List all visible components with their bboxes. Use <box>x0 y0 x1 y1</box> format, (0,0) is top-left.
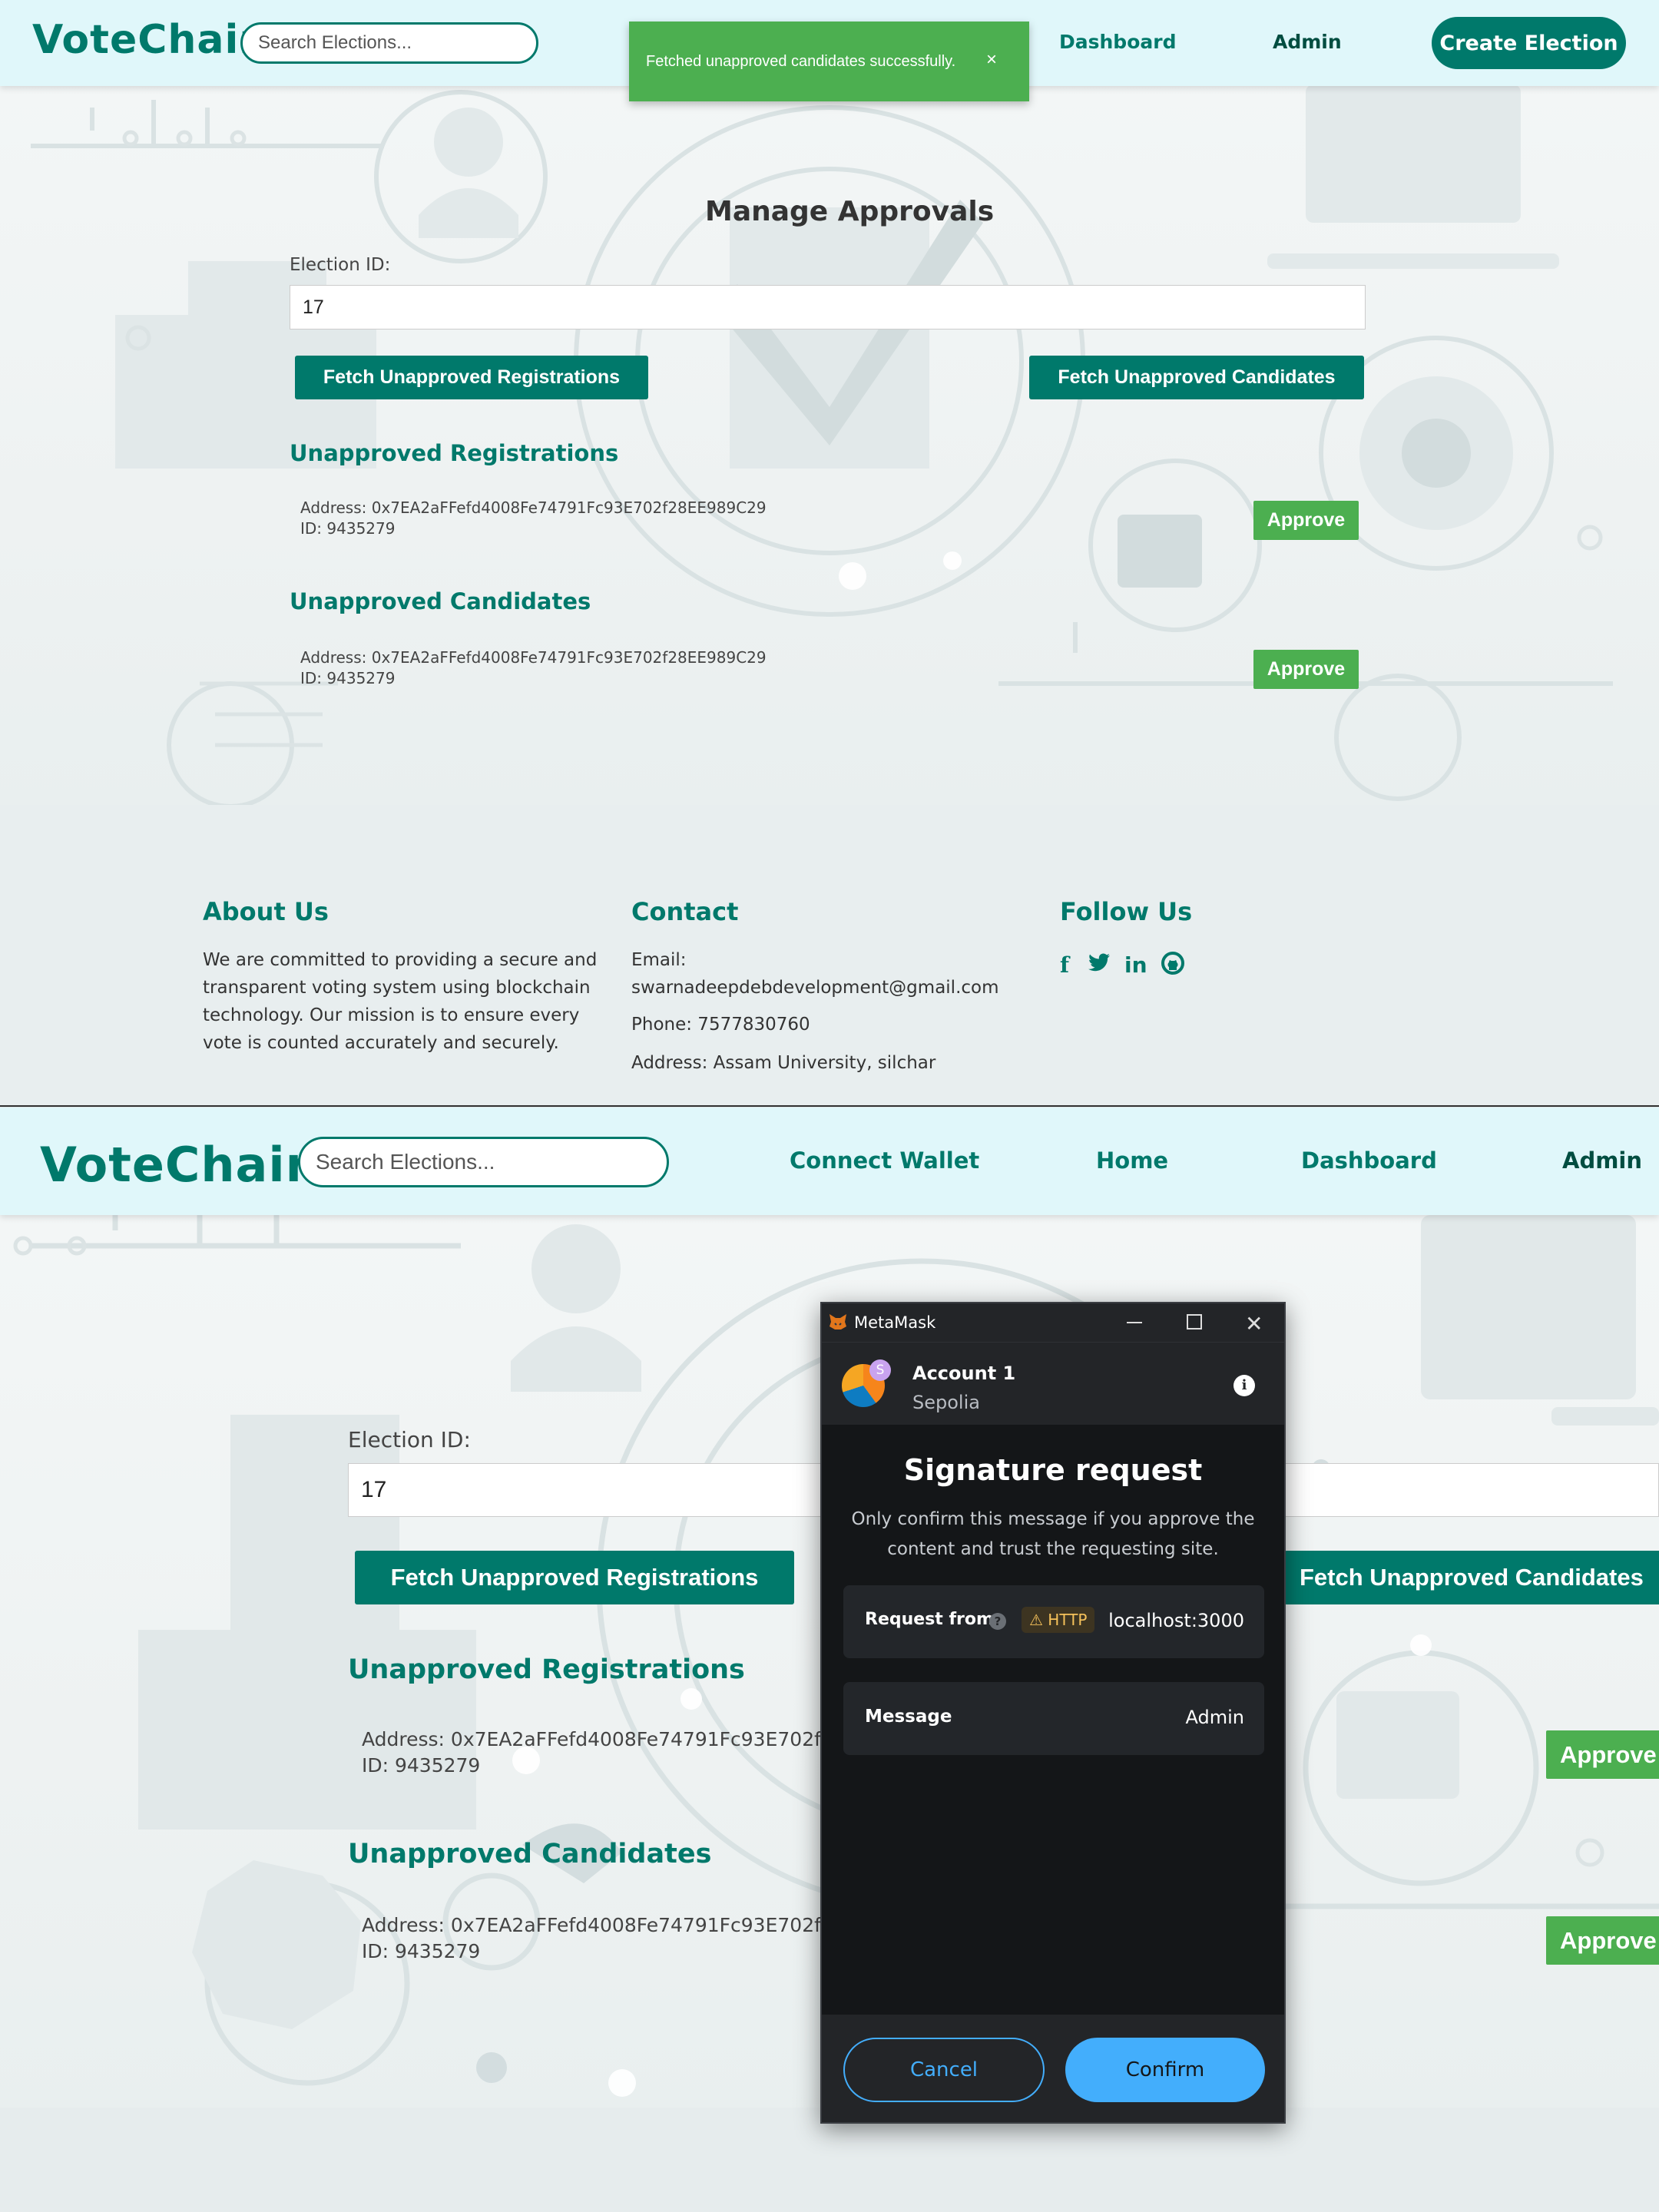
email-label: Email: <box>631 950 687 970</box>
about-line: We are committed to providing a secure a… <box>203 950 598 970</box>
candidate-item: Address: 0x7EA2aFFefd4008Fe74791Fc93E702… <box>362 1912 858 1965</box>
approve-registration-button[interactable]: Approve <box>1253 501 1359 540</box>
registration-id: ID: 9435279 <box>362 1753 481 1777</box>
page-title: Manage Approvals <box>705 196 995 227</box>
registrations-heading: Unapproved Registrations <box>290 440 619 466</box>
candidates-heading: Unapproved Candidates <box>348 1839 712 1869</box>
candidate-address: Address: 0x7EA2aFFefd4008Fe74791Fc93E702… <box>362 1914 858 1936</box>
message-value: Admin <box>1185 1707 1245 1728</box>
registration-id: ID: 9435279 <box>300 519 396 538</box>
subtitle-line: content and trust the requesting site. <box>887 1539 1219 1559</box>
http-label: HTTP <box>1048 1611 1088 1629</box>
confirm-button[interactable]: Confirm <box>1065 2038 1265 2102</box>
fetch-registrations-button[interactable]: Fetch Unapproved Registrations <box>295 356 648 399</box>
window-title: MetaMask <box>854 1313 936 1332</box>
account-name[interactable]: Account 1 <box>912 1363 1015 1384</box>
toast-message: Fetched unapproved candidates successful… <box>646 53 956 70</box>
request-title: Signature request <box>903 1453 1203 1487</box>
candidates-heading: Unapproved Candidates <box>290 588 591 614</box>
registrations-heading: Unapproved Registrations <box>348 1654 745 1685</box>
facebook-icon[interactable]: f <box>1060 952 1069 978</box>
network-badge: S <box>869 1359 891 1381</box>
message-card: Message Admin <box>843 1682 1264 1755</box>
about-line: vote is counted accurately and securely. <box>203 1033 559 1053</box>
election-id-label: Election ID: <box>290 255 391 275</box>
warning-icon: ⚠ <box>1029 1611 1043 1629</box>
cancel-button[interactable]: Cancel <box>843 2038 1045 2102</box>
account-header: S Account 1 Sepolia i <box>822 1342 1284 1425</box>
http-warning-badge: ⚠ HTTP <box>1022 1607 1095 1633</box>
request-from-value: localhost:3000 <box>1108 1610 1244 1631</box>
election-id-input[interactable]: 17 <box>290 285 1366 329</box>
metamask-footer: Cancel Confirm <box>822 2015 1284 2122</box>
approve-candidate-button[interactable]: Approve <box>1546 1916 1659 1965</box>
search-input[interactable]: Search Elections... <box>298 1137 669 1187</box>
close-icon[interactable]: ✕ <box>1245 1311 1263 1336</box>
search-placeholder: Search Elections... <box>258 32 412 53</box>
follow-title: Follow Us <box>1060 897 1193 926</box>
maximize-icon[interactable] <box>1187 1314 1202 1330</box>
nav-admin[interactable]: Admin <box>1562 1147 1642 1174</box>
request-from-card: Request from ? ⚠ HTTP localhost:3000 <box>843 1585 1264 1658</box>
about-title: About Us <box>203 897 329 926</box>
election-id-value: 17 <box>361 1477 387 1502</box>
fetch-candidates-button[interactable]: Fetch Unapproved Candidates <box>1029 356 1364 399</box>
app-logo[interactable]: VoteChain <box>32 17 268 63</box>
approve-registration-button[interactable]: Approve <box>1546 1730 1659 1779</box>
bottom-navbar: VoteChain Search Elections... Connect Wa… <box>0 1108 1659 1215</box>
background-illustration-top <box>0 84 1659 805</box>
fox-icon <box>828 1313 848 1334</box>
search-input[interactable]: Search Elections... <box>240 22 538 64</box>
about-line: technology. Our mission is to ensure eve… <box>203 1005 580 1025</box>
subtitle-line: Only confirm this message if you approve… <box>851 1509 1255 1529</box>
minimize-icon[interactable] <box>1127 1322 1142 1323</box>
info-icon[interactable]: i <box>1233 1375 1255 1396</box>
help-icon[interactable]: ? <box>989 1613 1006 1630</box>
request-from-label: Request from <box>865 1610 994 1629</box>
app-logo[interactable]: VoteChain <box>40 1137 320 1193</box>
metamask-titlebar: MetaMask ✕ <box>822 1303 1284 1342</box>
linkedin-icon[interactable]: in <box>1124 952 1147 978</box>
election-id-label: Election ID: <box>348 1427 471 1452</box>
candidate-id: ID: 9435279 <box>362 1939 481 1962</box>
message-label: Message <box>865 1707 952 1727</box>
request-subtitle: Only confirm this message if you approve… <box>822 1505 1284 1565</box>
twitter-icon[interactable] <box>1088 953 1111 979</box>
contact-title: Contact <box>631 897 739 926</box>
approve-candidate-button[interactable]: Approve <box>1253 650 1359 689</box>
registration-address: Address: 0x7EA2aFFefd4008Fe74791Fc93E702… <box>300 498 767 517</box>
fetch-candidates-button[interactable]: Fetch Unapproved Candidates <box>1284 1551 1659 1604</box>
nav-dashboard[interactable]: Dashboard <box>1059 31 1176 53</box>
nav-dashboard[interactable]: Dashboard <box>1301 1147 1437 1174</box>
metamask-window: MetaMask ✕ S Account 1 Sepolia i Signatu… <box>820 1302 1286 2124</box>
close-icon[interactable]: × <box>986 49 997 71</box>
search-placeholder: Search Elections... <box>316 1150 495 1174</box>
contact-text: Email: swarnadeepdebdevelopment@gmail.co… <box>631 946 999 1077</box>
about-text: We are committed to providing a secure a… <box>203 946 597 1057</box>
about-line: transparent voting system using blockcha… <box>203 978 591 998</box>
email-value[interactable]: swarnadeepdebdevelopment@gmail.com <box>631 974 999 1002</box>
nav-connect-wallet[interactable]: Connect Wallet <box>790 1147 979 1174</box>
fetch-registrations-button[interactable]: Fetch Unapproved Registrations <box>355 1551 794 1604</box>
registration-address: Address: 0x7EA2aFFefd4008Fe74791Fc93E702… <box>362 1728 858 1750</box>
registration-item: Address: 0x7EA2aFFefd4008Fe74791Fc93E702… <box>300 498 767 539</box>
candidate-address: Address: 0x7EA2aFFefd4008Fe74791Fc93E702… <box>300 648 767 667</box>
phone: Phone: 7577830760 <box>631 1015 810 1035</box>
address: Address: Assam University, silchar <box>631 1053 936 1073</box>
election-id-value: 17 <box>303 296 324 318</box>
registration-item: Address: 0x7EA2aFFefd4008Fe74791Fc93E702… <box>362 1727 858 1779</box>
network-name: Sepolia <box>912 1392 980 1413</box>
nav-home[interactable]: Home <box>1096 1147 1168 1174</box>
success-toast: Fetched unapproved candidates successful… <box>629 22 1029 101</box>
candidate-item: Address: 0x7EA2aFFefd4008Fe74791Fc93E702… <box>300 647 767 689</box>
github-icon[interactable] <box>1161 952 1184 980</box>
nav-admin[interactable]: Admin <box>1273 31 1342 53</box>
candidate-id: ID: 9435279 <box>300 669 396 687</box>
create-election-button[interactable]: Create Election <box>1432 17 1626 69</box>
